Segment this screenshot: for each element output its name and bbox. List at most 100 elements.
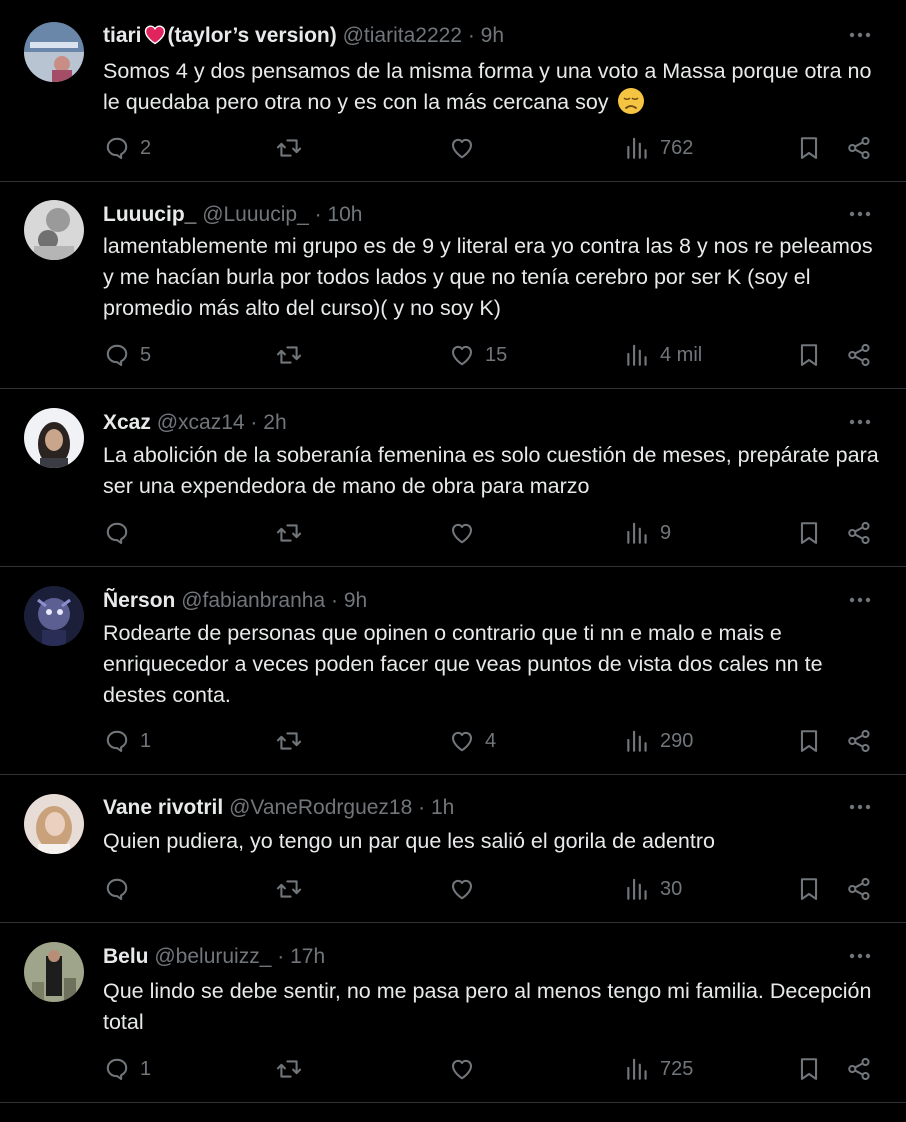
views-button[interactable]: 4 mil <box>624 340 702 370</box>
user-handle[interactable]: @beluruizz_ <box>154 945 271 968</box>
retweet-button[interactable] <box>276 133 312 163</box>
share-button[interactable] <box>846 874 872 904</box>
retweet-button[interactable] <box>276 1054 312 1084</box>
reply-button[interactable] <box>104 874 140 904</box>
share-icon <box>846 342 872 368</box>
reply-tweet[interactable]: Vane rivotril @VaneRodrguez18 · 1h Quien… <box>0 775 906 923</box>
bookmark-icon <box>796 876 822 902</box>
retweet-button[interactable] <box>276 340 312 370</box>
tweet-header: tiari (taylor’s version) @tiarita2222 · 9… <box>103 23 504 49</box>
timestamp[interactable]: 9h <box>344 589 367 612</box>
bookmark-button[interactable] <box>796 340 822 370</box>
display-name[interactable]: Luuucip_ <box>103 203 196 226</box>
views-button[interactable]: 725 <box>624 1054 693 1084</box>
bookmark-button[interactable] <box>796 133 822 163</box>
reply-tweet[interactable]: Xcaz @xcaz14 · 2h La abolición de la sob… <box>0 389 906 567</box>
avatar[interactable] <box>24 794 84 854</box>
next-tweet-edge <box>0 1105 906 1122</box>
timestamp[interactable]: 9h <box>481 24 504 47</box>
share-button[interactable] <box>846 518 872 548</box>
user-handle[interactable]: @VaneRodrguez18 <box>229 796 412 819</box>
like-button[interactable] <box>449 133 485 163</box>
bookmark-button[interactable] <box>796 726 822 756</box>
user-handle[interactable]: @xcaz14 <box>157 411 245 434</box>
reply-tweet[interactable]: Luuucip_ @Luuucip_ · 10h lamentablemente… <box>0 182 906 389</box>
views-button[interactable]: 762 <box>624 133 693 163</box>
tweet-actions: 1 725 <box>0 1054 906 1084</box>
reply-icon <box>104 1056 130 1082</box>
user-handle[interactable]: @tiarita2222 <box>343 24 462 47</box>
like-button[interactable] <box>449 874 485 904</box>
views-button[interactable]: 9 <box>624 518 671 548</box>
display-name[interactable]: Belu <box>103 945 149 968</box>
display-name[interactable]: tiari (taylor’s version) <box>103 24 337 47</box>
bookmark-icon <box>796 342 822 368</box>
reply-icon <box>104 728 130 754</box>
heart-icon <box>449 520 475 546</box>
more-dots-icon[interactable] <box>846 946 874 966</box>
retweet-button[interactable] <box>276 726 312 756</box>
display-name[interactable]: Ñerson <box>103 589 175 612</box>
like-button[interactable]: 4 <box>449 726 496 756</box>
more-dots-icon[interactable] <box>846 204 874 224</box>
more-dots-icon[interactable] <box>846 412 874 432</box>
bookmark-button[interactable] <box>796 1054 822 1084</box>
reply-tweet[interactable]: tiari (taylor’s version) @tiarita2222 · 9… <box>0 0 906 182</box>
heart-icon <box>449 1056 475 1082</box>
share-button[interactable] <box>846 133 872 163</box>
reply-button[interactable] <box>104 518 140 548</box>
avatar[interactable] <box>24 408 84 468</box>
bookmark-icon <box>796 728 822 754</box>
reply-count: 2 <box>140 136 152 159</box>
heart-icon <box>449 728 475 754</box>
retweet-icon <box>276 1056 302 1082</box>
like-button[interactable]: 15 <box>449 340 507 370</box>
timestamp[interactable]: 10h <box>327 203 362 226</box>
display-name[interactable]: Xcaz <box>103 411 151 434</box>
reply-tweet[interactable]: Belu @beluruizz_ · 17h Que lindo se debe… <box>0 923 906 1103</box>
display-name[interactable]: Vane rivotril <box>103 796 223 819</box>
timestamp[interactable]: 1h <box>431 796 454 819</box>
timestamp[interactable]: 2h <box>263 411 286 434</box>
avatar[interactable] <box>24 586 84 646</box>
timestamp[interactable]: 17h <box>290 945 325 968</box>
reply-tweet[interactable]: Ñerson @fabianbranha · 9h Rodearte de pe… <box>0 567 906 775</box>
retweet-button[interactable] <box>276 874 312 904</box>
views-bar-icon <box>624 135 650 161</box>
bookmark-button[interactable] <box>796 518 822 548</box>
views-bar-icon <box>624 342 650 368</box>
share-button[interactable] <box>846 726 872 756</box>
user-handle[interactable]: @Luuucip_ <box>202 203 309 226</box>
view-count: 762 <box>660 136 694 159</box>
bookmark-button[interactable] <box>796 874 822 904</box>
user-handle[interactable]: @fabianbranha <box>181 589 325 612</box>
reply-icon <box>104 342 130 368</box>
share-button[interactable] <box>846 1054 872 1084</box>
like-button[interactable] <box>449 1054 485 1084</box>
tweet-actions: 30 <box>0 874 906 904</box>
reply-count: 5 <box>140 343 152 366</box>
reply-button[interactable]: 5 <box>104 340 151 370</box>
more-dots-icon[interactable] <box>846 590 874 610</box>
like-button[interactable] <box>449 518 485 548</box>
separator-dot: · <box>314 203 322 226</box>
like-count: 4 <box>485 729 497 752</box>
avatar[interactable] <box>24 942 84 1002</box>
tweet-text: Quien pudiera, yo tengo un par que les s… <box>103 829 715 853</box>
views-bar-icon <box>624 520 650 546</box>
more-dots-icon[interactable] <box>846 25 874 45</box>
reply-button[interactable]: 1 <box>104 1054 151 1084</box>
views-button[interactable]: 30 <box>624 874 682 904</box>
share-button[interactable] <box>846 340 872 370</box>
share-icon <box>846 1056 872 1082</box>
reply-button[interactable]: 1 <box>104 726 151 756</box>
retweet-button[interactable] <box>276 518 312 548</box>
more-dots-icon[interactable] <box>846 797 874 817</box>
separator-dot: · <box>330 589 338 612</box>
share-icon <box>846 520 872 546</box>
avatar[interactable] <box>24 22 84 82</box>
reply-button[interactable]: 2 <box>104 133 151 163</box>
avatar[interactable] <box>24 200 84 260</box>
reply-count: 1 <box>140 729 152 752</box>
views-button[interactable]: 290 <box>624 726 693 756</box>
